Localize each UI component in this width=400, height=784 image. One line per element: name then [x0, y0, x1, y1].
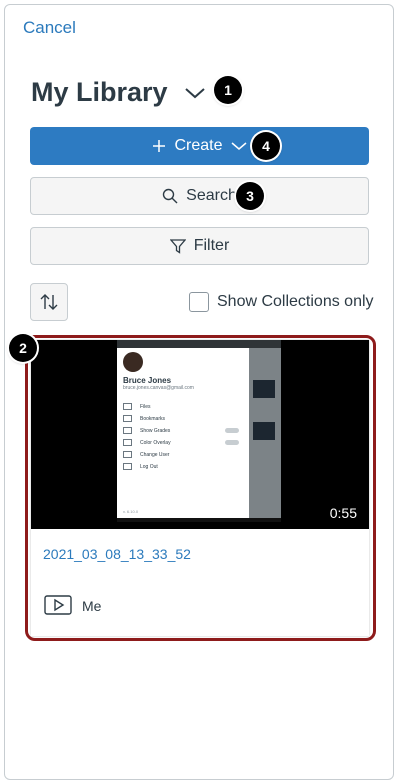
search-button[interactable]: Search [30, 177, 369, 215]
search-button-label: Search [186, 187, 237, 204]
media-card-highlight [25, 335, 376, 641]
callout-badge-4: 4 [252, 132, 280, 160]
chevron-down-icon [231, 142, 247, 150]
plus-icon [153, 140, 166, 152]
callout-badge-1: 1 [214, 76, 242, 104]
callout-badge-2: 2 [9, 334, 37, 362]
create-button[interactable]: Create [30, 127, 369, 165]
page-title: My Library [31, 77, 168, 107]
create-button-label: Create [174, 137, 223, 154]
filter-icon [169, 239, 186, 254]
search-icon [162, 188, 178, 204]
filter-button[interactable]: Filter [30, 227, 369, 265]
callout-badge-3: 3 [236, 182, 264, 210]
filter-button-label: Filter [193, 237, 230, 254]
show-collections-label[interactable]: Show Collections only [217, 293, 374, 311]
cancel-link[interactable]: Cancel [23, 18, 76, 38]
library-menu-chevron-icon[interactable] [184, 86, 206, 100]
sort-button[interactable] [30, 283, 68, 321]
show-collections-checkbox[interactable] [189, 292, 209, 312]
sort-arrows-icon [40, 294, 58, 310]
